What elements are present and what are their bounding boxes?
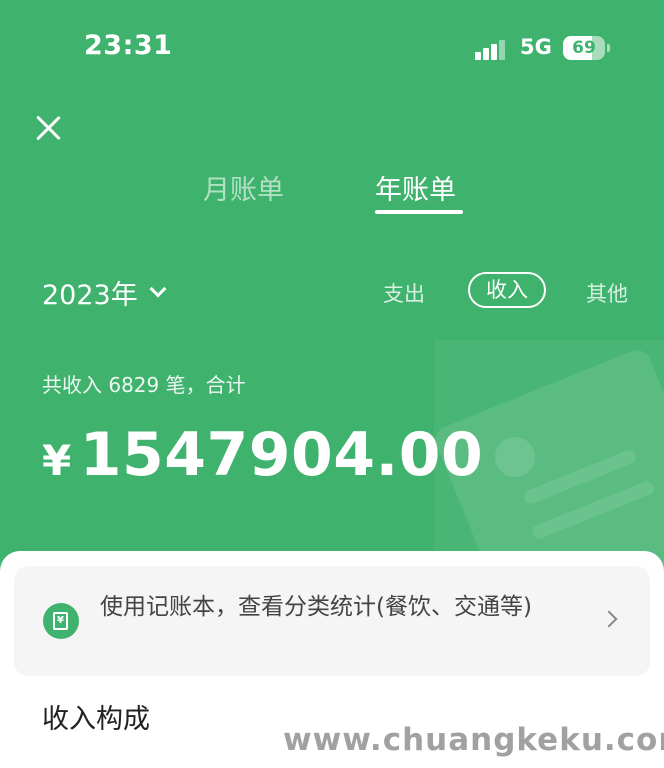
battery-cap xyxy=(607,44,610,52)
filter-income[interactable]: 收入 xyxy=(468,272,546,308)
signal-icon xyxy=(475,38,509,60)
year-label: 2023年 xyxy=(42,280,138,311)
battery-level: 69 xyxy=(572,38,596,58)
section-title-income-composition: 收入构成 xyxy=(42,704,150,735)
year-bill-screen: 23:31 5G 69 月账单 年账单 2023年 支出 收入 其他 共收入 6… xyxy=(0,0,664,768)
promo-text: 使用记账本，查看分类统计(餐饮、交通等) xyxy=(100,594,532,620)
watermark: www.chuangkeku.com xyxy=(283,722,664,758)
tab-year-bill[interactable]: 年账单 xyxy=(375,168,456,207)
amount-value: 1547904.00 xyxy=(79,420,484,490)
active-tab-indicator xyxy=(375,210,463,214)
filter-other[interactable]: 其他 xyxy=(586,278,628,308)
tab-month-bill[interactable]: 月账单 xyxy=(203,168,284,207)
chevron-down-icon xyxy=(149,280,167,297)
ledger-glyph-icon: ¥ xyxy=(53,612,68,630)
decoration-circle xyxy=(495,437,535,477)
currency-symbol: ¥ xyxy=(42,436,72,485)
ledger-icon: ¥ xyxy=(43,603,79,639)
battery-icon: 69 xyxy=(563,36,605,60)
status-time: 23:31 xyxy=(84,30,173,61)
filter-expense[interactable]: 支出 xyxy=(383,278,425,308)
total-amount: ¥ 1547904.00 xyxy=(42,420,483,490)
income-summary: 共收入 6829 笔，合计 xyxy=(42,373,246,397)
network-label: 5G xyxy=(520,35,552,59)
year-selector[interactable]: 2023年 xyxy=(42,273,167,312)
close-icon[interactable] xyxy=(28,108,68,148)
